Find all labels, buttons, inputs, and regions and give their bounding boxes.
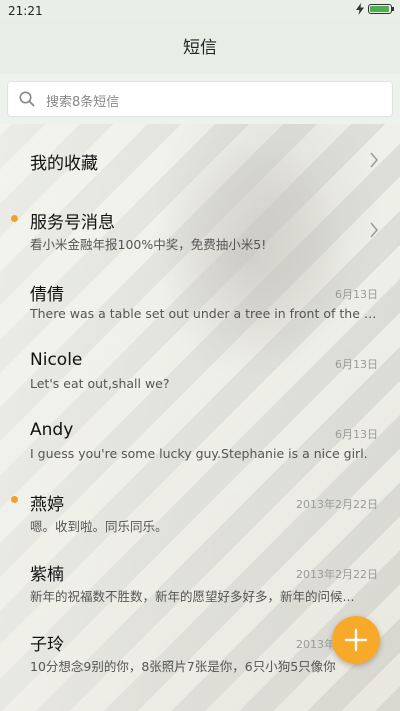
contact-name: Andy bbox=[30, 420, 74, 440]
message-date: 2013年2月22日 bbox=[296, 498, 378, 511]
message-preview: There was a table set out under a tree i… bbox=[30, 306, 380, 321]
search-bar: 搜索8条短信 bbox=[0, 74, 400, 124]
message-date: 6月13日 bbox=[335, 288, 378, 301]
favorites-item[interactable]: 我的收藏 bbox=[0, 124, 400, 194]
conversation-list: 我的收藏 服务号消息 看小米金融年报100%中奖，免费抽小米5! 倩倩 6月13… bbox=[0, 124, 400, 684]
message-preview: Let's eat out,shall we? bbox=[30, 376, 170, 391]
status-icons bbox=[356, 3, 394, 15]
list-item[interactable]: Andy 6月13日 I guess you're some lucky guy… bbox=[0, 404, 400, 474]
favorites-label: 我的收藏 bbox=[30, 154, 98, 174]
message-preview: 嗯。收到啦。同乐同乐。 bbox=[30, 519, 168, 534]
message-preview: I guess you're some lucky guy.Stephanie … bbox=[30, 446, 368, 461]
service-label: 服务号消息 bbox=[30, 213, 115, 233]
message-date: 6月13日 bbox=[335, 428, 378, 441]
battery-icon bbox=[368, 4, 394, 14]
page-title: 短信 bbox=[183, 38, 217, 58]
list-item[interactable]: 倩倩 6月13日 There was a table set out under… bbox=[0, 264, 400, 334]
unread-dot bbox=[11, 496, 18, 503]
list-item[interactable]: 燕婷 2013年2月22日 嗯。收到啦。同乐同乐。 bbox=[0, 474, 400, 544]
status-bar: 21:21 bbox=[0, 0, 400, 22]
page-title-bar: 短信 bbox=[0, 22, 400, 74]
message-preview: 10分想念9别的你，8张照片7张是你，6只小狗5只像你 bbox=[30, 659, 336, 674]
lightning-icon bbox=[356, 3, 364, 15]
search-placeholder: 搜索8条短信 bbox=[46, 95, 120, 110]
chevron-right-icon bbox=[370, 152, 378, 168]
message-preview: 新年的祝福数不胜数，新年的愿望好多好多，新年的问候... bbox=[30, 589, 355, 604]
contact-name: 燕婷 bbox=[30, 495, 64, 515]
new-message-button[interactable] bbox=[332, 616, 380, 664]
chevron-right-icon bbox=[370, 222, 378, 238]
message-date: 2013年2月22日 bbox=[296, 568, 378, 581]
contact-name: 紫楠 bbox=[30, 565, 64, 585]
contact-name: 倩倩 bbox=[30, 285, 64, 305]
list-item[interactable]: 紫楠 2013年2月22日 新年的祝福数不胜数，新年的愿望好多好多，新年的问候.… bbox=[0, 544, 400, 614]
unread-dot bbox=[11, 215, 18, 222]
plus-icon bbox=[344, 628, 368, 652]
service-messages-item[interactable]: 服务号消息 看小米金融年报100%中奖，免费抽小米5! bbox=[0, 194, 400, 264]
search-input[interactable]: 搜索8条短信 bbox=[7, 81, 393, 117]
contact-name: Nicole bbox=[30, 350, 83, 370]
list-item[interactable]: Nicole 6月13日 Let's eat out,shall we? bbox=[0, 334, 400, 404]
message-date: 6月13日 bbox=[335, 358, 378, 371]
status-time: 21:21 bbox=[8, 4, 43, 18]
search-icon bbox=[19, 91, 35, 107]
contact-name: 子玲 bbox=[30, 635, 64, 655]
battery-level bbox=[370, 6, 389, 12]
service-preview: 看小米金融年报100%中奖，免费抽小米5! bbox=[30, 237, 267, 252]
